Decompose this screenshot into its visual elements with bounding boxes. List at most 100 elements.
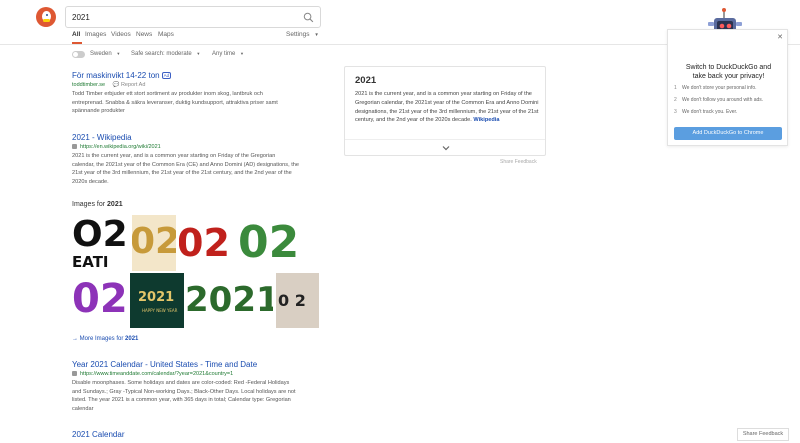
search-input[interactable] [72,11,282,24]
search-box[interactable] [65,6,321,28]
result-title-link[interactable]: 2021 Calendar [72,430,124,439]
search-icon[interactable] [303,12,314,23]
snippet-line: spännande produkter [72,108,125,114]
promo-title-line: take back your privacy! [692,73,765,80]
ad-result: För maskinvikt 14-22 ton Ad toddtimber.se… [72,71,322,116]
duckduckgo-logo[interactable] [36,7,56,27]
image-text: HAPPY NEW YEAR [142,308,178,313]
organic-result: Year 2021 Calendar - United States - Tim… [72,360,322,413]
promo-point: 2 We don't follow you around with ads. [674,97,784,109]
result-url[interactable]: https://www.timeanddate.com/calendar/?ye… [80,371,233,377]
snippet-line: Disable moonphases. Some holidays and da… [72,380,290,386]
promo-point-number: 2 [674,97,677,103]
tab-videos[interactable]: Videos [111,31,131,38]
image-text: 02 [72,276,126,322]
image-thumbnail[interactable]: 02 [132,215,176,271]
image-thumbnail[interactable]: 02 [72,273,126,328]
result-title-link[interactable]: För maskinvikt 14-22 ton [72,71,160,80]
snippet-line: calendar, the 2021st year of the Common … [72,161,299,168]
more-images-link[interactable]: → More Images for 2021 [72,336,138,342]
ad-badge: Ad [161,72,172,80]
chevron-down-icon: ▼ [196,51,201,56]
snippet-line: 2021 is the current year, and is a commo… [72,153,276,159]
promo-title-line: Switch to DuckDuckGo and [685,64,772,71]
image-thumbnail[interactable]: 0 2 [276,273,319,328]
knowledge-panel-source-link[interactable]: Wikipedia [473,117,499,123]
chevron-down-icon: ▼ [314,32,319,37]
image-text: 2021 [187,280,273,320]
more-images-prefix: More Images for [79,336,124,342]
organic-result: 2021 - Wikipedia https://en.wikipedia.or… [72,133,322,186]
divider [345,139,545,140]
safe-search-label: Safe search: moderate [131,51,192,57]
chevron-down-icon: ▼ [240,51,244,56]
image-thumbnail[interactable]: 02 [234,215,318,271]
active-tab-indicator [72,42,82,44]
result-title-link[interactable]: 2021 - Wikipedia [72,133,132,142]
region-label: Sweden [90,51,112,57]
report-ad-label: Report Ad [120,82,146,88]
knowledge-panel-abstract: 2021 is the current year, and is a commo… [355,91,539,124]
chevron-down-icon[interactable] [441,143,451,153]
promo-point: 1 We don't store your personal info. [674,85,784,97]
image-text: 02 [179,221,230,265]
tab-news[interactable]: News [136,31,152,38]
report-ad-link[interactable]: 💬 Report Ad [113,82,146,88]
tab-images[interactable]: Images [85,31,106,38]
knowledge-panel-text: 2021 is the current year, and is a commo… [355,90,539,125]
tab-maps[interactable]: Maps [158,31,174,38]
images-heading-query: 2021 [107,201,123,208]
image-thumbnail[interactable]: 2021 HAPPY NEW YEAR [130,273,184,328]
region-filter[interactable]: Sweden ▼ [90,51,120,57]
promo-title: Switch to DuckDuckGo and take back your … [676,63,781,81]
image-text: 2021 [138,290,175,305]
region-toggle[interactable] [72,51,85,58]
snippet-line: 21st year of the 3rd millennium, the 21s… [72,170,292,176]
result-snippet: 2021 is the current year, and is a commo… [72,152,322,186]
image-text: EATI [72,253,109,271]
snippet-line: calendar [72,405,94,412]
result-url[interactable]: toddtimber.se [72,82,105,88]
promo-point-text: We don't follow you around with ads. [682,97,764,103]
image-thumbnail[interactable]: 02 [179,215,231,271]
images-heading-prefix: Images for [72,201,106,208]
arrow-right-icon: → [72,336,78,342]
knowledge-panel: 2021 2021 is the current year, and is a … [344,66,546,156]
result-snippet: Todd Timber erbjuder ett stort sortiment… [72,90,322,116]
result-snippet: Disable moonphases. Some holidays and da… [72,379,322,413]
promo-point-number: 1 [674,85,677,91]
knowledge-panel-title: 2021 [355,75,377,86]
image-text: 02 [238,217,300,268]
close-icon[interactable]: ✕ [777,33,783,41]
result-url[interactable]: https://en.wikipedia.org/wiki/2021 [80,144,161,150]
result-title-link[interactable]: Year 2021 Calendar - United States - Tim… [72,360,257,369]
safe-search-filter[interactable]: Safe search: moderate ▼ [131,51,200,57]
snippet-line: 2020s decade. [72,178,109,185]
promo-point-text: We don't store your personal info. [682,85,757,91]
image-thumbnail[interactable]: O2 EATI [72,215,128,271]
more-images-query: 2021 [125,336,139,342]
image-text: 0 2 [278,291,306,310]
time-filter[interactable]: Any time ▼ [212,51,244,57]
image-thumbnail[interactable]: 2021 [187,273,273,328]
add-to-chrome-button[interactable]: Add DuckDuckGo to Chrome [674,127,782,140]
site-favicon-icon [72,371,77,377]
share-feedback-button[interactable]: Share Feedback [737,428,789,441]
promo-point: 3 We don't track you. Ever. [674,109,784,121]
share-feedback-link[interactable]: Share Feedback [500,159,537,165]
tab-all[interactable]: All [72,31,80,38]
image-text: 02 [132,221,176,262]
organic-result: 2021 Calendar [72,430,322,439]
snippet-line: listed. The year 2021 is a common year, … [72,397,291,403]
snippet-line: Todd Timber erbjuder ett stort sortiment… [72,91,263,97]
settings-menu[interactable]: Settings ▼ [286,31,319,38]
privacy-promo-panel: ✕ Switch to DuckDuckGo and take back you… [667,29,788,146]
wikipedia-favicon-icon [72,144,77,150]
chevron-down-icon: ▼ [116,51,121,56]
time-label: Any time [212,51,236,57]
promo-point-text: We don't track you. Ever. [682,109,738,115]
snippet-line: entreprenad. Snabba & säkra leveranser, … [72,99,278,106]
snippet-line: and Sundays.; Gray -Typical Non-working … [72,388,296,395]
promo-point-number: 3 [674,109,677,115]
images-module-title: Images for 2021 [72,201,123,208]
